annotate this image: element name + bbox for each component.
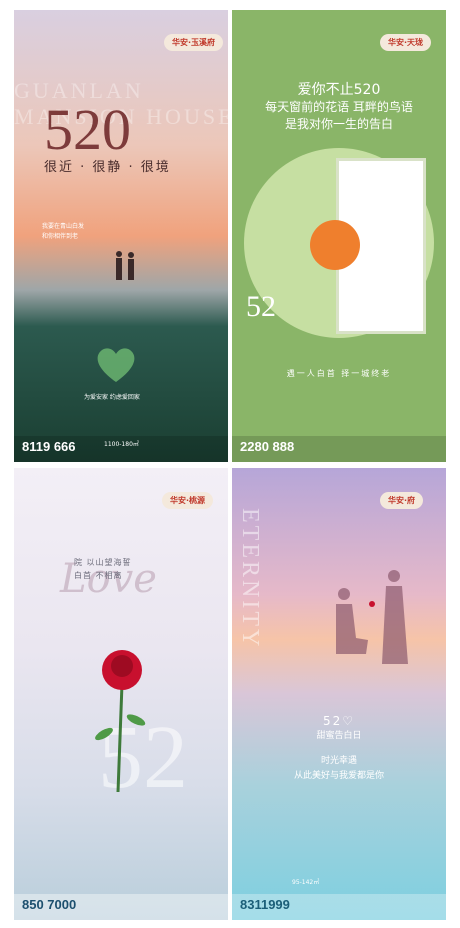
poster-rose-love: 华安·桃源 Love 院 以山望海誓 白首 不相离 52 850 7000 — [14, 468, 228, 920]
couple-silhouette-icon — [116, 251, 134, 280]
phone-number: 850 7000 — [22, 897, 77, 912]
heart-caption: 为爱安家 约虑爱回家 — [84, 394, 140, 401]
area-label: 1100-180㎡ — [104, 441, 139, 448]
headline: 爱你不止520 每天窗前的花语 耳畔的鸟语 是我对你一生的告白 — [265, 82, 413, 131]
phone-number: 8119 666 — [22, 439, 76, 454]
proposal-silhouette-icon — [336, 570, 408, 664]
headline-520: 520 — [44, 97, 131, 162]
footer: 2280 888 — [232, 436, 446, 462]
message: 52♡ 甜蜜告白日 时光幸遇 从此美好与我爱都是你 — [293, 714, 384, 781]
footer: 850 7000 — [14, 894, 228, 920]
brand-badge: 华安·桃源 — [162, 492, 214, 509]
slogan: 遇一人白首 择一城终老 — [286, 369, 392, 378]
rose-icon — [95, 650, 146, 793]
poster-520-sunset: 华安·玉溪府 GUANLAN MANSION HOUSE 520 很近 · 很静… — [14, 10, 228, 462]
brand-badge: 华安·府 — [380, 492, 424, 509]
brand-badge: 华安·玉溪府 — [164, 34, 224, 51]
footer: 8119 666 1100-180㎡ — [14, 436, 228, 462]
footer: 8311999 95-142㎡ — [232, 879, 446, 920]
heart-icon — [97, 348, 135, 382]
poem: 我要在青山白发 和你相伴到老 — [42, 223, 85, 240]
orange-record-label-icon — [310, 220, 360, 270]
poster-520-green: 华安·天珑 爱你不止520 每天窗前的花语 耳畔的鸟语 是我对你一生的告白 52… — [232, 10, 446, 462]
verse: 院 以山望海誓 白首 不相离 — [74, 558, 132, 580]
phone-number: 2280 888 — [240, 439, 295, 454]
headline-52: 52 — [246, 290, 276, 323]
area-label: 95-142㎡ — [292, 879, 320, 886]
vertical-word: ETERNITY — [237, 508, 263, 650]
tagline: 很近 · 很静 · 很境 — [44, 160, 171, 175]
phone-number: 8311999 — [240, 897, 290, 912]
brand-badge: 华安·天珑 — [380, 34, 432, 51]
poster-proposal: 华安·府 ETERNITY 52♡ 甜蜜告白日 时光幸遇 从此美好与我爱都是你 … — [232, 468, 446, 920]
